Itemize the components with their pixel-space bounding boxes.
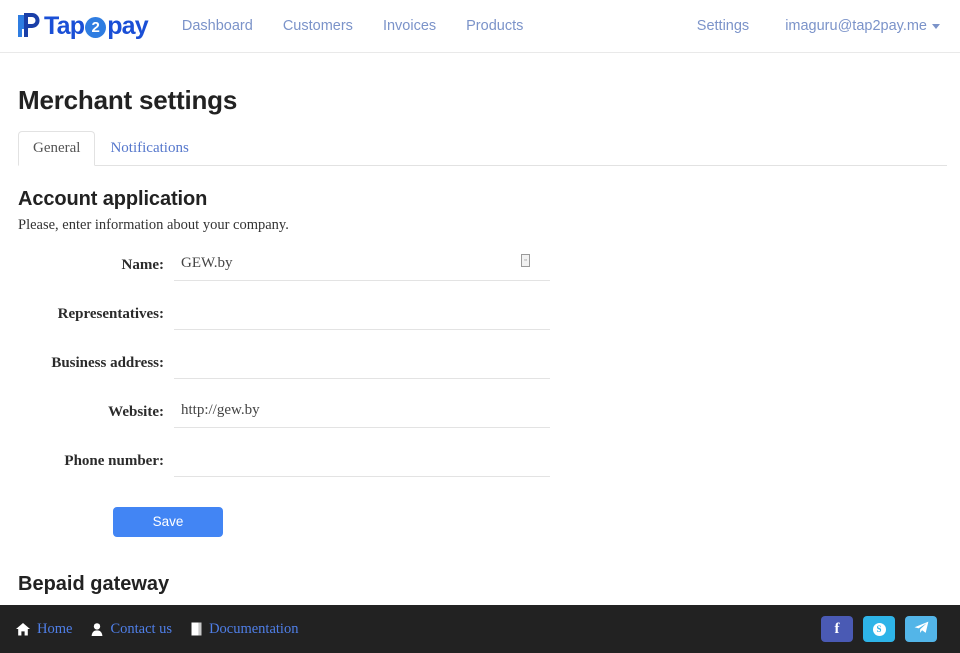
skype-icon: S [872,622,886,636]
website-input[interactable] [174,396,550,428]
nav-item-invoices[interactable]: Invoices [383,18,436,34]
page-footer: Home Contact us Documentation f S [0,605,960,653]
form-row-name: Name: ▫ [16,249,944,281]
brand-text-post: pay [107,11,148,40]
account-application-title: Account application [18,187,208,210]
copy-icon[interactable]: ▫ [521,253,530,267]
telegram-button[interactable] [905,616,937,642]
account-application-description: Please, enter information about your com… [18,216,289,233]
tap2pay-logo-icon [16,12,42,40]
form-row-business-address: Business address: [16,347,944,379]
bepaid-gateway-title: Bepaid gateway [18,572,170,595]
account-menu[interactable]: imaguru@tap2pay.me [785,18,940,34]
account-email-label: imaguru@tap2pay.me [785,18,927,34]
tab-general[interactable]: General [18,131,96,166]
form-row-phone-number: Phone number: [16,445,944,477]
field-wrap-website [174,396,550,428]
footer-link-home-label: Home [37,620,73,637]
footer-link-documentation-label: Documentation [209,620,299,637]
field-wrap-business-address [174,347,550,379]
nav-item-dashboard[interactable]: Dashboard [182,18,253,34]
phone-number-input[interactable] [174,445,550,477]
home-icon [16,622,30,636]
brand-logo[interactable]: Tap 2 pay [16,11,149,40]
social-links: f S [821,616,944,642]
save-button[interactable]: Save [113,506,223,537]
skype-button[interactable]: S [863,616,895,642]
document-icon [191,622,202,636]
account-application-form: Name: ▫ Representatives: Business addres… [16,249,944,537]
settings-tabs: General Notifications [18,130,947,166]
nav-item-settings[interactable]: Settings [697,18,749,34]
brand-text-two: 2 [85,16,107,38]
main-content: Merchant settings General Notifications … [0,85,960,639]
label-name: Name: [121,256,164,273]
facebook-icon: f [834,620,840,637]
nav-right-group: Settings imaguru@tap2pay.me [697,18,944,34]
brand-text: Tap 2 pay [44,11,149,40]
label-business-address: Business address: [51,354,164,371]
nav-item-products[interactable]: Products [466,18,523,34]
page-title: Merchant settings [18,85,238,115]
label-phone-number: Phone number: [64,452,164,469]
name-input[interactable] [174,249,550,281]
footer-link-contact-us[interactable]: Contact us [91,621,172,638]
label-website: Website: [108,403,164,420]
field-wrap-phone-number [174,445,550,477]
top-navbar: Tap 2 pay Dashboard Customers Invoices Pro… [0,0,960,53]
user-icon [91,622,103,636]
field-wrap-representatives [174,298,550,330]
nav-item-customers[interactable]: Customers [283,18,353,34]
label-representatives: Representatives: [57,305,164,322]
footer-link-contact-us-label: Contact us [110,620,173,637]
footer-link-documentation[interactable]: Documentation [191,621,298,638]
telegram-icon [914,621,929,637]
tab-notifications[interactable]: Notifications [95,131,203,166]
form-row-website: Website: [16,396,944,428]
chevron-down-icon [932,23,940,29]
field-wrap-name: ▫ [174,249,550,281]
brand-text-pre: Tap [44,11,85,40]
primary-nav: Dashboard Customers Invoices Products [182,18,523,34]
representatives-input[interactable] [174,298,550,330]
form-row-representatives: Representatives: [16,298,944,330]
footer-links: Home Contact us Documentation [16,621,298,638]
business-address-input[interactable] [174,347,550,379]
footer-link-home[interactable]: Home [16,621,72,638]
facebook-button[interactable]: f [821,616,853,642]
